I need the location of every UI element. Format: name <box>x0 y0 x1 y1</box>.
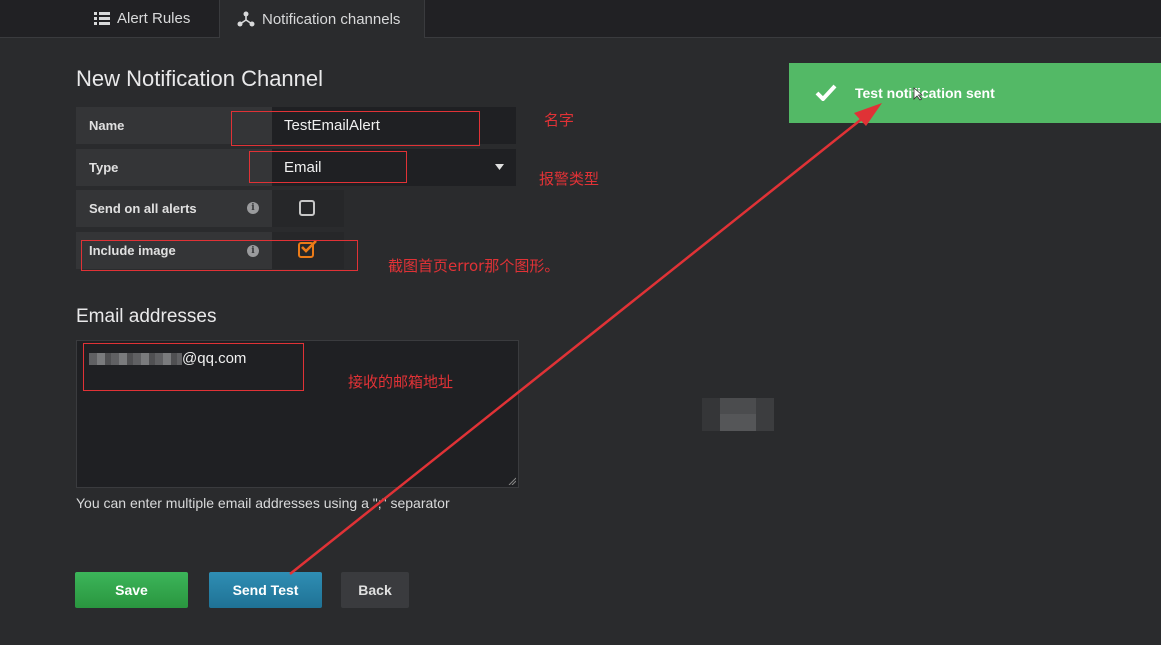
annotation-image: 截图首页error那个图形。 <box>388 257 560 275</box>
check-icon <box>815 84 837 101</box>
annotation-box-image <box>81 240 358 271</box>
annotation-box-type <box>249 151 407 183</box>
email-help-text: You can enter multiple email addresses u… <box>76 495 450 511</box>
success-toast[interactable]: Test notification sent <box>789 63 1161 123</box>
resize-handle-icon[interactable] <box>508 477 516 485</box>
send-all-label-text: Send on all alerts <box>89 201 197 216</box>
page-title: New Notification Channel <box>76 66 324 91</box>
type-label: Type <box>76 149 272 186</box>
list-icon <box>94 12 110 25</box>
share-nodes-icon <box>237 11 255 27</box>
tab-label: Notification channels <box>262 10 401 28</box>
redacted-mosaic <box>702 398 774 431</box>
annotation-name: 名字 <box>544 111 575 129</box>
caret-down-icon <box>495 164 504 170</box>
annotation-type: 报警类型 <box>539 170 600 188</box>
tab-notification-channels[interactable]: Notification channels <box>219 0 425 38</box>
info-icon[interactable]: i <box>247 202 259 214</box>
send-all-label: Send on all alerts <box>76 190 272 227</box>
top-nav-bar: Alert Rules Notification channels <box>0 0 1161 38</box>
tab-label: Alert Rules <box>117 10 191 27</box>
email-section-title: Email addresses <box>76 306 217 327</box>
annotation-box-name <box>231 111 480 146</box>
toast-message: Test notification sent <box>855 85 995 101</box>
save-button[interactable]: Save <box>75 572 188 608</box>
back-button[interactable]: Back <box>341 572 409 608</box>
annotation-email: 接收的邮箱地址 <box>348 373 454 391</box>
send-all-checkbox[interactable] <box>299 200 315 216</box>
send-test-button[interactable]: Send Test <box>209 572 322 608</box>
mouse-cursor-icon <box>913 87 923 101</box>
send-all-checkbox-cell <box>272 190 344 227</box>
annotation-box-email <box>83 343 304 391</box>
tab-alert-rules[interactable]: Alert Rules <box>94 0 190 37</box>
